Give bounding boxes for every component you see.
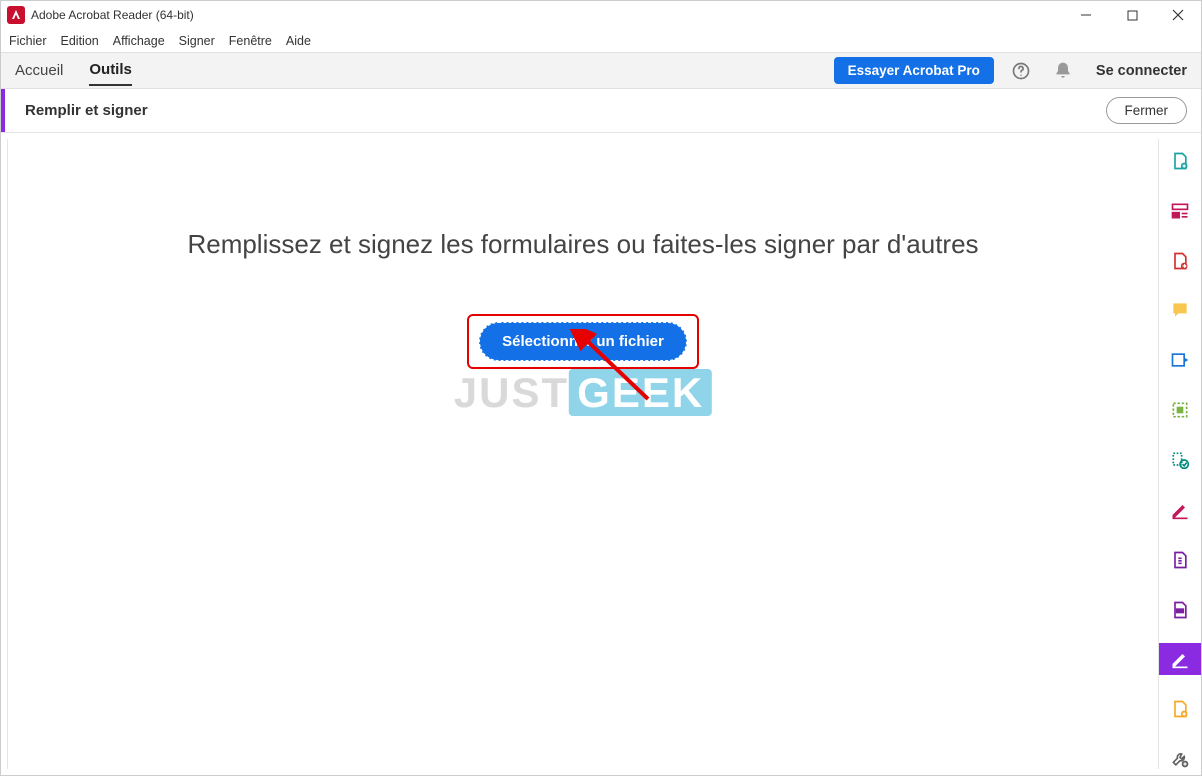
signin-link[interactable]: Se connecter bbox=[1096, 63, 1187, 79]
select-file-button[interactable]: Sélectionner un fichier bbox=[479, 322, 687, 361]
redact-icon[interactable] bbox=[1159, 594, 1201, 626]
organize-icon[interactable] bbox=[1159, 394, 1201, 426]
form-layout-icon[interactable] bbox=[1159, 195, 1201, 227]
try-acrobat-pro-button[interactable]: Essayer Acrobat Pro bbox=[834, 57, 994, 84]
tab-outils[interactable]: Outils bbox=[89, 55, 132, 86]
right-toolbar bbox=[1159, 133, 1201, 775]
create-pdf-icon[interactable] bbox=[1159, 145, 1201, 177]
edit-icon[interactable] bbox=[1159, 444, 1201, 476]
fill-sign-icon[interactable] bbox=[1159, 643, 1201, 675]
titlebar: Adobe Acrobat Reader (64-bit) bbox=[1, 1, 1201, 29]
menubar: Fichier Edition Affichage Signer Fenêtre… bbox=[1, 29, 1201, 53]
menu-fenetre[interactable]: Fenêtre bbox=[229, 34, 272, 48]
notifications-icon[interactable] bbox=[1048, 56, 1078, 86]
tab-accueil[interactable]: Accueil bbox=[15, 56, 63, 85]
help-link[interactable]: Aide bbox=[569, 399, 597, 415]
watermark-part1: JUST bbox=[454, 369, 569, 416]
menu-edition[interactable]: Edition bbox=[61, 34, 99, 48]
compress-icon[interactable] bbox=[1159, 544, 1201, 576]
main-panel: JUSTGEEK Remplissez et signez les formul… bbox=[7, 139, 1159, 769]
select-file-highlight-box: Sélectionner un fichier bbox=[467, 314, 699, 369]
send-sign-icon[interactable] bbox=[1159, 344, 1201, 376]
page-heading: Remplissez et signez les formulaires ou … bbox=[187, 229, 978, 260]
menu-fichier[interactable]: Fichier bbox=[9, 34, 47, 48]
window-title: Adobe Acrobat Reader (64-bit) bbox=[31, 8, 194, 22]
contextbar: Remplir et signer Fermer bbox=[1, 89, 1201, 133]
topbar: Accueil Outils Essayer Acrobat Pro Se co… bbox=[1, 53, 1201, 89]
add-page-icon[interactable] bbox=[1159, 693, 1201, 725]
acrobat-app-icon bbox=[7, 6, 25, 24]
purple-accent bbox=[1, 89, 5, 132]
window-controls bbox=[1063, 1, 1201, 29]
menu-aide[interactable]: Aide bbox=[286, 34, 311, 48]
body-area: JUSTGEEK Remplissez et signez les formul… bbox=[1, 133, 1201, 775]
more-tools-icon[interactable] bbox=[1159, 743, 1201, 775]
sign-pen-icon[interactable] bbox=[1159, 494, 1201, 526]
maximize-button[interactable] bbox=[1109, 1, 1155, 29]
comment-icon[interactable] bbox=[1159, 295, 1201, 327]
menu-signer[interactable]: Signer bbox=[179, 34, 215, 48]
export-pdf-icon[interactable] bbox=[1159, 245, 1201, 277]
minimize-button[interactable] bbox=[1063, 1, 1109, 29]
context-title: Remplir et signer bbox=[25, 102, 148, 119]
menu-affichage[interactable]: Affichage bbox=[113, 34, 165, 48]
close-panel-button[interactable]: Fermer bbox=[1106, 97, 1188, 124]
close-window-button[interactable] bbox=[1155, 1, 1201, 29]
help-icon[interactable] bbox=[1006, 56, 1036, 86]
